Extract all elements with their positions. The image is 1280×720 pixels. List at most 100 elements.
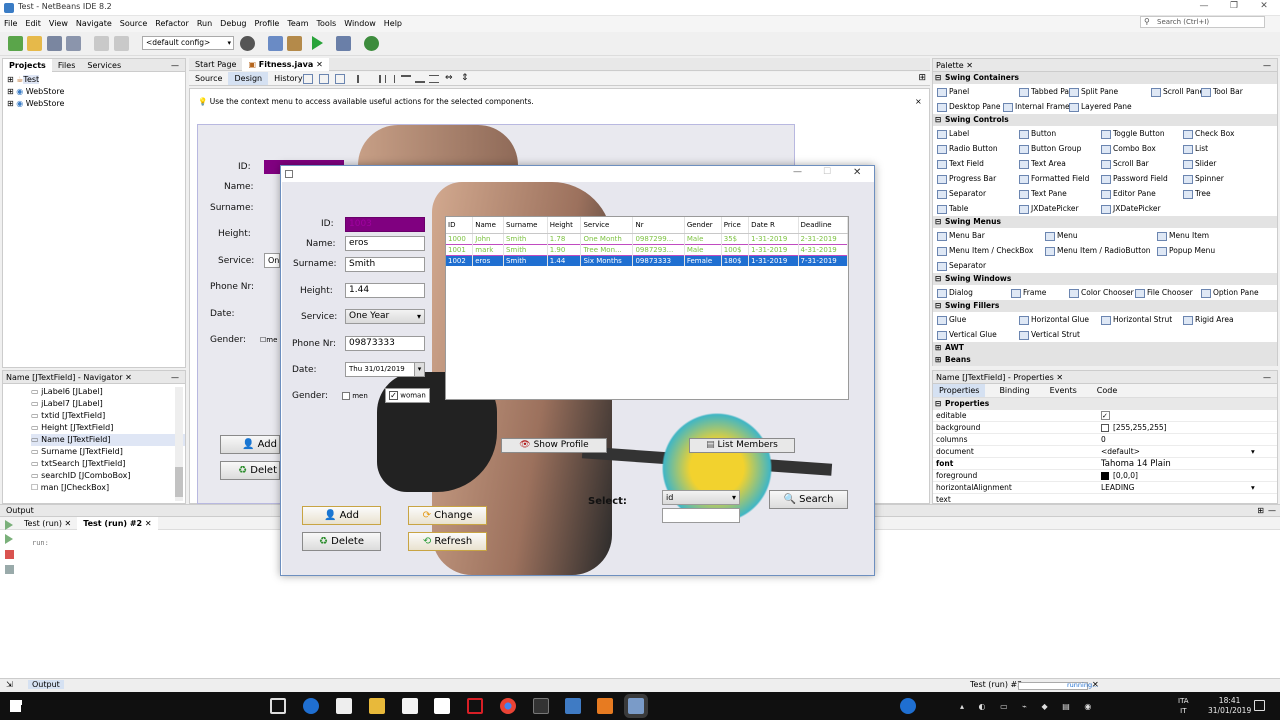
palette-item[interactable]: Table <box>937 201 968 216</box>
palette-category-beans[interactable]: ⊞ Beans <box>933 354 1277 366</box>
palette-item[interactable]: Internal Frame <box>1003 99 1070 114</box>
property-value[interactable]: [0,0,0] <box>1113 470 1138 482</box>
close-icon[interactable]: ✕ <box>316 60 323 69</box>
menu-run[interactable]: Run <box>193 16 216 32</box>
menu-tools[interactable]: Tools <box>313 16 341 32</box>
output-window-icon[interactable]: ⇲ <box>6 680 13 689</box>
mail-icon[interactable] <box>336 698 352 714</box>
maximize-editor-icon[interactable]: ⊞ <box>918 73 926 83</box>
nav-item[interactable]: ▭ txtSearch [JTextField] <box>31 458 185 470</box>
minimize-panel-icon[interactable]: — <box>171 59 179 72</box>
column-header[interactable]: Date R <box>748 217 799 234</box>
align-top-icon[interactable] <box>401 75 411 83</box>
start-windows-icon[interactable] <box>10 700 22 712</box>
search-by-combo[interactable]: id ▾ <box>662 490 740 505</box>
property-row[interactable]: document <default> ▾ <box>933 446 1277 458</box>
palette-item[interactable]: Panel <box>937 84 969 99</box>
menu-window[interactable]: Window <box>340 16 380 32</box>
new-file-icon[interactable] <box>27 36 42 51</box>
app-minimize-button[interactable]: — <box>793 167 802 177</box>
close-button[interactable]: ✕ <box>1257 1 1271 13</box>
run-icon[interactable] <box>312 36 323 50</box>
palette-category-swing-windows[interactable]: ⊟ Swing Windows <box>933 273 1277 285</box>
close-icon[interactable]: ✕ <box>966 61 973 70</box>
property-value[interactable]: LEADING <box>1101 482 1134 494</box>
app-close-button[interactable]: ✕ <box>853 167 861 178</box>
property-row[interactable]: foreground [0,0,0] <box>933 470 1277 482</box>
menu-edit[interactable]: Edit <box>21 16 45 32</box>
nav-item[interactable]: ▭ Height [JTextField] <box>31 422 185 434</box>
amazon-icon[interactable] <box>434 698 450 714</box>
design-service-combo[interactable]: One <box>264 253 280 268</box>
nav-item[interactable]: ▭ searchID [JComboBox] <box>31 470 185 482</box>
settings-icon[interactable] <box>5 565 14 574</box>
change-button[interactable]: ⟳ Change <box>408 506 487 525</box>
menu-source[interactable]: Source <box>116 16 151 32</box>
nav-item[interactable]: ▭ txtid [JTextField] <box>31 410 185 422</box>
resize-vertical-icon[interactable]: ⇕ <box>461 73 469 83</box>
members-table-scrollpane[interactable]: ID Name Surname Height Service Nr Gender Price D… <box>445 216 849 400</box>
connection-mode-icon[interactable] <box>319 74 329 84</box>
column-header[interactable]: ID <box>446 217 474 234</box>
palette-item[interactable]: Separator <box>937 186 986 201</box>
search-text-field[interactable] <box>662 508 740 523</box>
palette-item[interactable]: Menu Item / CheckBox <box>937 243 1033 258</box>
rerun-icon[interactable] <box>5 520 13 530</box>
help-icon[interactable] <box>900 698 916 714</box>
minimize-panel-icon[interactable]: — <box>1263 371 1271 384</box>
table-row[interactable]: 1000 John Smith 1.78 One Month 0987299... Male… <box>446 233 848 244</box>
close-icon[interactable]: ✕ <box>125 373 132 382</box>
expand-icon[interactable]: ⊞ <box>7 75 14 84</box>
search-input[interactable]: ⚲ Search (Ctrl+I) <box>1140 16 1265 28</box>
palette-item[interactable]: Button Group <box>1019 141 1081 156</box>
palette-item[interactable]: Formatted Field <box>1019 171 1089 186</box>
palette-item[interactable]: Progress Bar <box>937 171 996 186</box>
design-gender-checkbox[interactable]: ☐me <box>260 336 277 344</box>
palette-item[interactable]: Password Field <box>1101 171 1168 186</box>
tab-design[interactable]: Design <box>228 72 269 85</box>
property-value[interactable]: 0 <box>1101 434 1106 446</box>
palette-category-swing-controls[interactable]: ⊟ Swing Controls <box>933 114 1277 126</box>
men-checkbox[interactable]: men <box>342 392 368 400</box>
palette-item[interactable]: Tree <box>1183 186 1211 201</box>
palette-item[interactable]: List <box>1183 141 1208 156</box>
selection-mode-icon[interactable] <box>303 74 313 84</box>
table-row[interactable]: 1001 mark Smith 1.90 Tree Mon... 0987293... Ma… <box>446 244 848 255</box>
service-combo[interactable]: One Year ▾ <box>345 309 425 324</box>
property-value[interactable]: Tahoma 14 Plain <box>1101 458 1171 470</box>
calendar-dropdown-button[interactable]: ▾ <box>414 363 424 376</box>
menu-refactor[interactable]: Refactor <box>151 16 193 32</box>
resize-horizontal-icon[interactable]: ⇔ <box>445 73 453 83</box>
list-members-button[interactable]: ▤ List Members <box>689 438 795 453</box>
palette-item[interactable]: Color Chooser <box>1069 285 1134 300</box>
palette-item[interactable]: Menu Item <box>1157 228 1209 243</box>
notification-icon[interactable] <box>1254 700 1265 711</box>
design-delete-button[interactable]: ♻ Delet <box>220 461 280 480</box>
palette-item[interactable]: Layered Pane <box>1069 99 1132 114</box>
nav-item[interactable]: ☐ man [JCheckBox] <box>31 482 185 494</box>
close-icon[interactable]: ✕ <box>145 519 152 528</box>
design-add-button[interactable]: 👤 Add <box>220 435 280 454</box>
chevron-down-icon[interactable]: ▾ <box>1251 482 1255 494</box>
store-icon[interactable] <box>402 698 418 714</box>
clean-build-icon[interactable] <box>268 36 283 51</box>
tab-start-page[interactable]: Start Page <box>189 58 242 71</box>
center-horizontal-icon[interactable] <box>385 75 395 83</box>
column-header[interactable]: Name <box>472 217 504 234</box>
tab-binding[interactable]: Binding <box>993 384 1035 397</box>
menu-debug[interactable]: Debug <box>216 16 250 32</box>
rerun-with-params-icon[interactable] <box>5 534 13 544</box>
property-row[interactable]: font Tahoma 14 Plain <box>933 458 1277 470</box>
close-hint-icon[interactable]: × <box>915 97 922 106</box>
nav-item[interactable]: ▭ jLabel6 [JLabel] <box>31 386 185 398</box>
palette-item[interactable]: Tool Bar <box>1201 84 1243 99</box>
nav-item[interactable]: ▭ Surname [JTextField] <box>31 446 185 458</box>
menu-team[interactable]: Team <box>283 16 312 32</box>
palette-item[interactable]: Radio Button <box>937 141 998 156</box>
tab-source[interactable]: Source <box>189 72 228 85</box>
minimize-button[interactable]: — <box>1197 1 1211 13</box>
search-button[interactable]: 🔍 Search <box>769 490 848 509</box>
column-header[interactable]: Nr <box>632 217 685 234</box>
properties-section[interactable]: ⊟ Properties <box>933 398 1277 410</box>
menu-view[interactable]: View <box>45 16 72 32</box>
